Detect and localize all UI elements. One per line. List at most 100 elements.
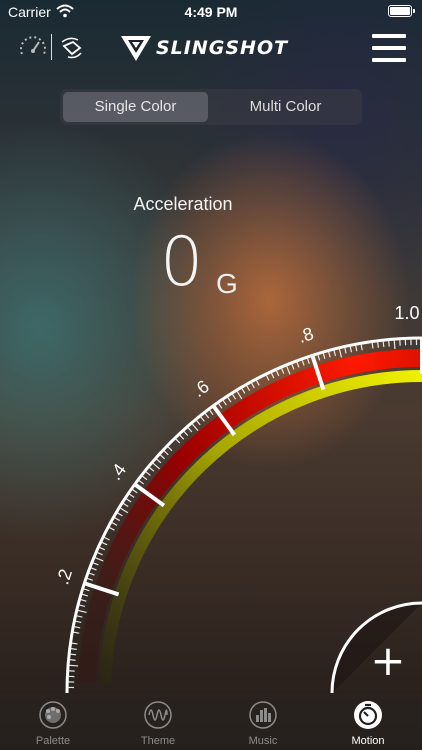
gauge-minor-tick: [322, 352, 326, 359]
gauge-minor-tick: [96, 551, 103, 556]
gauge-minor-tick: [255, 379, 260, 386]
gauge-minor-tick: [125, 498, 132, 503]
gauge-minor-tick: [328, 351, 331, 358]
gauge-minor-tick: [382, 341, 385, 348]
gauge-minor-tick: [156, 458, 162, 464]
gauge-minor-tick: [306, 357, 310, 364]
tab-label: Theme: [140, 735, 176, 747]
tab-bar: Palette Theme Music Motion: [0, 694, 422, 750]
gauge-minor-tick: [108, 526, 115, 531]
gauge-minor-tick: [270, 372, 275, 379]
gauge-minor-tick: [377, 341, 379, 348]
gauge-minor-tick: [231, 393, 237, 400]
gauge-minor-tick: [333, 349, 337, 357]
tab-label: Palette: [35, 735, 71, 747]
gauge-minor-tick: [265, 374, 270, 381]
g-force-gauge: .2 .4 .6 .8 1.0 +: [52, 303, 422, 694]
gauge-minor-tick: [175, 438, 181, 444]
gauge-minor-tick: [101, 541, 108, 546]
gauge-tick-label: .6: [189, 376, 213, 401]
gauge-minor-tick: [250, 382, 255, 389]
tab-motion[interactable]: Motion: [333, 700, 403, 747]
gauge-minor-tick: [349, 346, 353, 353]
gauge-minor-tick: [344, 347, 347, 354]
gauge-minor-tick: [69, 659, 76, 661]
gauge-minor-tick: [296, 361, 300, 368]
gauge-minor-tick: [371, 342, 374, 349]
motion-icon: [354, 701, 382, 729]
gauge-minor-tick: [148, 466, 155, 472]
gauge-minor-tick: [119, 507, 129, 514]
tab-music[interactable]: Music: [228, 700, 298, 747]
gauge-minor-tick: [191, 423, 199, 432]
gauge-minor-tick: [145, 471, 151, 476]
gauge-minor-tick: [360, 344, 363, 351]
gauge-minor-tick: [103, 536, 110, 541]
gauge-tick-label: .4: [105, 460, 130, 484]
gauge-minor-tick: [116, 512, 123, 517]
gauge-minor-tick: [73, 631, 80, 634]
gauge-minor-tick: [74, 626, 81, 629]
gauge-minor-tick: [83, 588, 90, 592]
gauge-minor-tick: [99, 546, 106, 551]
gauge-minor-tick: [285, 365, 291, 375]
palette-icon: [39, 701, 67, 729]
gauge-minor-tick: [86, 577, 93, 581]
add-button-plus[interactable]: +: [370, 636, 405, 685]
gauge-minor-tick: [69, 664, 79, 667]
gauge-minor-tick: [195, 419, 201, 426]
gauge-minor-tick: [227, 396, 232, 403]
gauge-minor-tick: [217, 403, 223, 409]
gauge-minor-tick: [132, 488, 138, 494]
gauge-minor-tick: [122, 502, 129, 508]
gauge-minor-tick: [388, 340, 390, 347]
gauge-minor-tick: [78, 604, 86, 608]
tab-label: Motion: [351, 735, 385, 747]
gauge-minor-tick: [355, 345, 358, 352]
gauge-minor-tick: [208, 409, 214, 416]
gauge-minor-tick: [81, 593, 88, 597]
gauge-minor-tick: [77, 609, 87, 614]
gauge-minor-tick: [200, 416, 205, 422]
gauge-minor-tick: [159, 454, 166, 460]
gauge-labels: .2 .4 .6 .8 1.0: [52, 303, 419, 587]
gauge-minor-tick: [179, 434, 185, 440]
tab-label: Music: [248, 735, 278, 747]
waveform-icon: [144, 701, 172, 729]
gauge-minor-tick: [70, 653, 77, 656]
gauge-minor-tick: [338, 348, 343, 358]
gauge-minor-tick: [291, 363, 295, 370]
gauge-minor-tick: [183, 430, 189, 437]
gauge-minor-tick: [236, 390, 243, 400]
gauge-minor-tick: [152, 462, 161, 470]
gauge-minor-tick: [317, 354, 321, 361]
gauge-minor-tick: [138, 479, 145, 485]
gauge-minor-tick: [71, 642, 78, 645]
tab-palette[interactable]: Palette: [18, 700, 88, 747]
gauge-minor-tick: [222, 399, 227, 406]
gauge-minor-tick: [94, 556, 104, 562]
gauge-tick-label: .2: [52, 567, 76, 587]
gauge-minor-tick: [204, 412, 210, 419]
gauge-minor-tick: [141, 475, 148, 481]
equalizer-icon: [249, 701, 277, 729]
gauge-minor-tick: [275, 370, 280, 377]
gauge-minor-tick: [76, 615, 83, 618]
gauge-minor-tick: [114, 517, 121, 522]
tab-theme[interactable]: Theme: [123, 700, 193, 747]
gauge-minor-tick: [187, 427, 193, 433]
gauge-minor-tick: [163, 450, 169, 456]
gauge-minor-tick: [75, 620, 82, 624]
gauge-minor-tick: [246, 385, 251, 392]
gauge-tick-label: 1.0: [394, 303, 419, 323]
gauge-minor-tick: [111, 521, 118, 526]
gauge-tick-label: .8: [296, 323, 316, 347]
gauge-minor-tick: [241, 387, 246, 394]
gauge-minor-tick: [393, 340, 396, 350]
gauge-minor-tick: [80, 599, 87, 602]
gauge-minor-tick: [88, 572, 95, 576]
gauge-minor-tick: [280, 367, 285, 374]
gauge-minor-tick: [90, 567, 97, 571]
gauge-minor-tick: [167, 446, 173, 452]
gauge-minor-tick: [128, 493, 135, 498]
